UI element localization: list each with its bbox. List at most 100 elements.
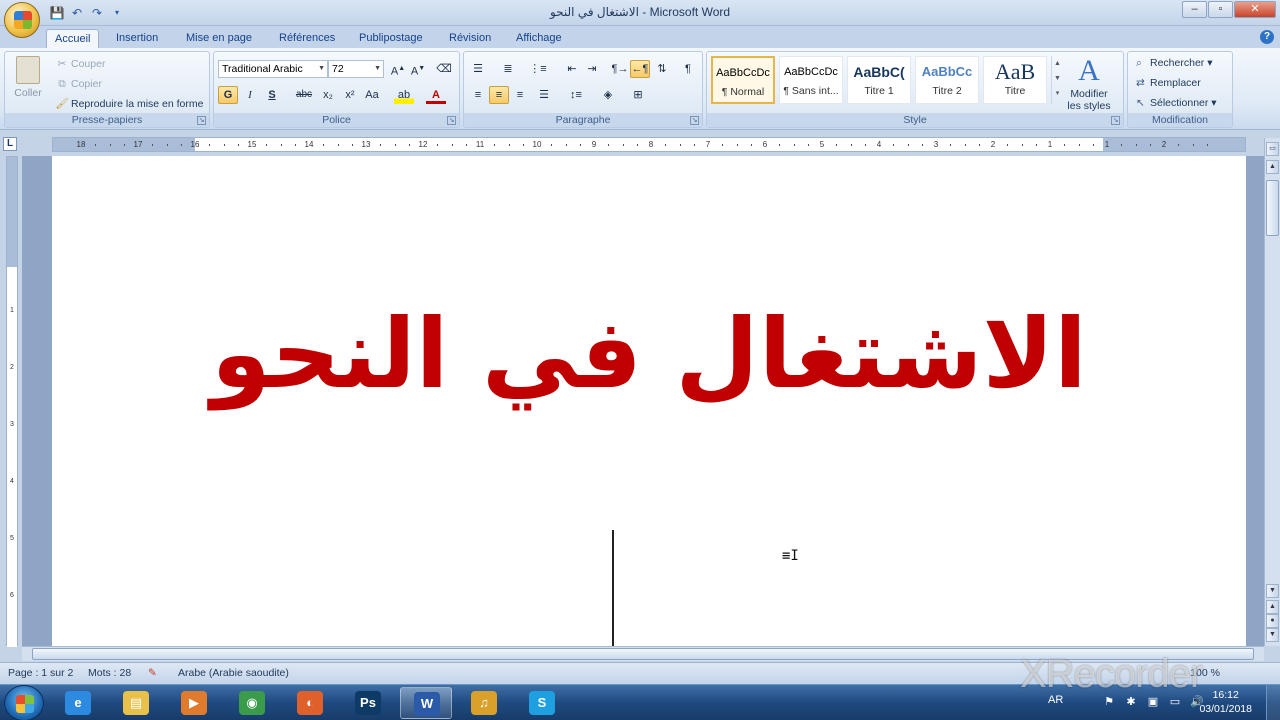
- input-language[interactable]: AR: [1048, 694, 1063, 706]
- document-heading[interactable]: الاشتغال في النحو: [52, 284, 1246, 424]
- shrink-font-button[interactable]: A▼: [408, 60, 428, 78]
- taskbar-ie-button[interactable]: e: [52, 687, 104, 719]
- tab-selector[interactable]: L: [3, 137, 17, 151]
- close-button[interactable]: ✕: [1234, 1, 1276, 18]
- style-title[interactable]: AaB Titre: [983, 56, 1047, 104]
- find-button[interactable]: ⌕ Rechercher ▾: [1136, 54, 1212, 72]
- show-marks-icon[interactable]: ¶: [678, 60, 698, 78]
- shading-icon[interactable]: ◈: [598, 86, 618, 104]
- tab-insertion[interactable]: Insertion: [108, 29, 166, 48]
- style-group-label: Style: [707, 113, 1123, 127]
- taskbar-skype-button[interactable]: S: [516, 687, 568, 719]
- page-count[interactable]: Page : 1 sur 2: [8, 667, 73, 679]
- taskbar-media-player-button[interactable]: ▶: [168, 687, 220, 719]
- modify-styles-label-1: Modifier: [1070, 88, 1108, 100]
- superscript-button[interactable]: x²: [340, 86, 360, 104]
- scroll-up-button[interactable]: ▲: [1266, 160, 1279, 174]
- line-spacing-icon[interactable]: ↕≡: [566, 86, 586, 104]
- italic-button[interactable]: I: [240, 86, 260, 104]
- numbering-icon[interactable]: ≣: [498, 60, 518, 78]
- tab-publipostage[interactable]: Publipostage: [351, 29, 431, 48]
- vertical-scroll-thumb[interactable]: [1266, 180, 1279, 236]
- proofing-icon[interactable]: ✎: [148, 667, 157, 679]
- clipboard-launcher-icon[interactable]: ↘: [197, 116, 206, 125]
- borders-icon[interactable]: ⊞: [628, 86, 648, 104]
- highlight-icon[interactable]: ab: [394, 86, 414, 104]
- change-case-button[interactable]: Aa: [362, 86, 382, 104]
- maximize-button[interactable]: ▫: [1208, 1, 1233, 18]
- browse-object-button[interactable]: ●: [1266, 614, 1279, 628]
- tab-affichage[interactable]: Affichage: [508, 29, 570, 48]
- paste-button[interactable]: Coller: [13, 56, 43, 110]
- vertical-scrollbar[interactable]: ▭ ▲ ▼ ▲ ● ▼: [1264, 138, 1280, 646]
- font-family-select[interactable]: Traditional Arabic ▼: [218, 60, 328, 78]
- taskbar-word-button[interactable]: W: [400, 687, 452, 719]
- ruler-toggle-icon[interactable]: ▭: [1266, 142, 1279, 156]
- select-button[interactable]: ↖ Sélectionner ▾: [1136, 94, 1217, 112]
- align-center-icon[interactable]: ≡: [489, 86, 509, 104]
- next-page-button[interactable]: ▼: [1266, 628, 1279, 642]
- font-size-select[interactable]: 72 ▼: [328, 60, 384, 78]
- style-normal[interactable]: AaBbCcDc ¶ Normal: [711, 56, 775, 104]
- scroll-down-button[interactable]: ▼: [1266, 584, 1279, 598]
- horizontal-scroll-thumb[interactable]: [32, 648, 1254, 660]
- style-heading-2[interactable]: AaBbCc Titre 2: [915, 56, 979, 104]
- clear-format-icon[interactable]: ⌫: [434, 60, 454, 78]
- justify-icon[interactable]: ☰: [534, 86, 554, 104]
- previous-page-button[interactable]: ▲: [1266, 600, 1279, 614]
- subscript-button[interactable]: x₂: [318, 86, 338, 104]
- decrease-indent-icon[interactable]: ⇤: [562, 60, 582, 78]
- rtl-icon[interactable]: ←¶: [630, 60, 650, 78]
- tray-app-icon[interactable]: ✱: [1124, 695, 1138, 709]
- font-color-icon[interactable]: A: [426, 86, 446, 104]
- copy-button[interactable]: ⧉ Copier: [55, 76, 102, 92]
- start-button[interactable]: [4, 685, 44, 720]
- ltr-icon[interactable]: ¶→: [610, 60, 630, 78]
- bullets-icon[interactable]: ☰: [468, 60, 488, 78]
- language-status[interactable]: Arabe (Arabie saoudite): [178, 667, 289, 679]
- font-launcher-icon[interactable]: ↘: [447, 116, 456, 125]
- zoom-level[interactable]: 100 %: [1190, 667, 1220, 679]
- format-painter-button[interactable]: 🖌 Reproduire la mise en forme: [55, 96, 203, 112]
- bold-button[interactable]: G: [218, 86, 238, 104]
- align-left-icon[interactable]: ≡: [468, 86, 488, 104]
- flag-icon[interactable]: ⚑: [1102, 695, 1116, 709]
- office-button[interactable]: [4, 2, 40, 38]
- taskbar-firefox-button[interactable]: ◐: [284, 687, 336, 719]
- taskbar-photoshop-button[interactable]: Ps: [342, 687, 394, 719]
- taskbar-explorer-button[interactable]: ▤: [110, 687, 162, 719]
- clock[interactable]: 16:12 03/01/2018: [1199, 688, 1252, 716]
- sort-icon[interactable]: ⇅: [652, 60, 672, 78]
- document-page[interactable]: الاشتغال في النحو ≡I: [52, 156, 1246, 646]
- taskbar-chrome-button[interactable]: ◉: [226, 687, 278, 719]
- vertical-ruler[interactable]: 1 2 3 4 5 6: [6, 156, 18, 647]
- taskbar-audio-button[interactable]: ♫: [458, 687, 510, 719]
- tab-references[interactable]: Références: [271, 29, 343, 48]
- tab-accueil[interactable]: Accueil: [46, 29, 100, 48]
- horizontal-ruler[interactable]: 18 17 16 15 14 13 12 11 10 9 8 7 6 5 4 3 2 1 1 2: [52, 137, 1246, 152]
- show-desktop-button[interactable]: [1266, 685, 1280, 720]
- network-icon[interactable]: ▣: [1146, 695, 1160, 709]
- help-icon[interactable]: ?: [1260, 30, 1274, 44]
- tab-mise-en-page[interactable]: Mise en page: [178, 29, 260, 48]
- paragraph-launcher-icon[interactable]: ↘: [690, 116, 699, 125]
- strikethrough-button[interactable]: abc: [294, 86, 314, 104]
- tab-revision[interactable]: Révision: [441, 29, 499, 48]
- style-launcher-icon[interactable]: ↘: [1111, 116, 1120, 125]
- word-count[interactable]: Mots : 28: [88, 667, 131, 679]
- grow-font-button[interactable]: A▲: [388, 60, 408, 78]
- modify-styles-button[interactable]: A Modifier les styles: [1059, 54, 1119, 112]
- replace-button[interactable]: ⇄ Remplacer: [1136, 74, 1201, 92]
- ruler-dot: [508, 144, 510, 146]
- display-icon[interactable]: ▭: [1168, 695, 1182, 709]
- cut-button[interactable]: ✂ Couper: [55, 56, 106, 72]
- document-area[interactable]: الاشتغال في النحو ≡I: [22, 156, 1264, 646]
- style-no-spacing[interactable]: AaBbCcDc ¶ Sans int...: [779, 56, 843, 104]
- align-right-icon[interactable]: ≡: [510, 86, 530, 104]
- style-heading-1[interactable]: AaBbC(Titre 1: [847, 56, 911, 104]
- multilevel-list-icon[interactable]: ⋮≡: [528, 60, 548, 78]
- horizontal-scrollbar[interactable]: [22, 646, 1264, 661]
- increase-indent-icon[interactable]: ⇥: [582, 60, 602, 78]
- underline-button[interactable]: S: [262, 86, 282, 104]
- minimize-button[interactable]: –: [1182, 1, 1207, 18]
